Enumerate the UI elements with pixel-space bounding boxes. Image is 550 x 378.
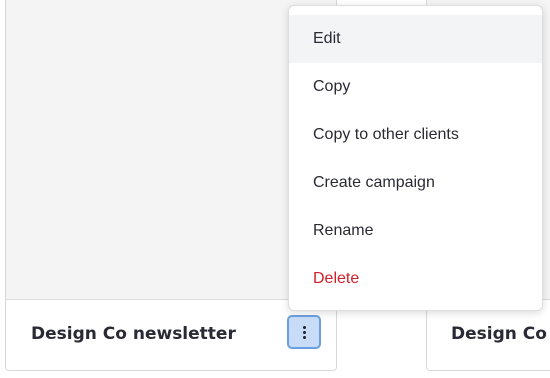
vertical-ellipsis-icon — [302, 325, 306, 329]
template-title: Design Co newsletter — [31, 324, 236, 344]
menu-item-create-campaign[interactable]: Create campaign — [289, 159, 542, 207]
template-card-footer: Design Co newsletter — [6, 300, 336, 370]
menu-item-edit[interactable]: Edit — [289, 15, 542, 63]
template-gallery: Design Co newsletter Design Co a Edit Co… — [0, 0, 550, 378]
template-title: Design Co a — [451, 324, 550, 344]
menu-item-copy[interactable]: Copy — [289, 63, 542, 111]
menu-item-rename[interactable]: Rename — [289, 207, 542, 255]
template-thumbnail[interactable] — [6, 0, 336, 300]
menu-item-delete[interactable]: Delete — [289, 255, 542, 303]
menu-item-copy-to-other-clients[interactable]: Copy to other clients — [289, 111, 542, 159]
context-menu: Edit Copy Copy to other clients Create c… — [288, 5, 543, 311]
more-options-button[interactable] — [287, 315, 321, 349]
